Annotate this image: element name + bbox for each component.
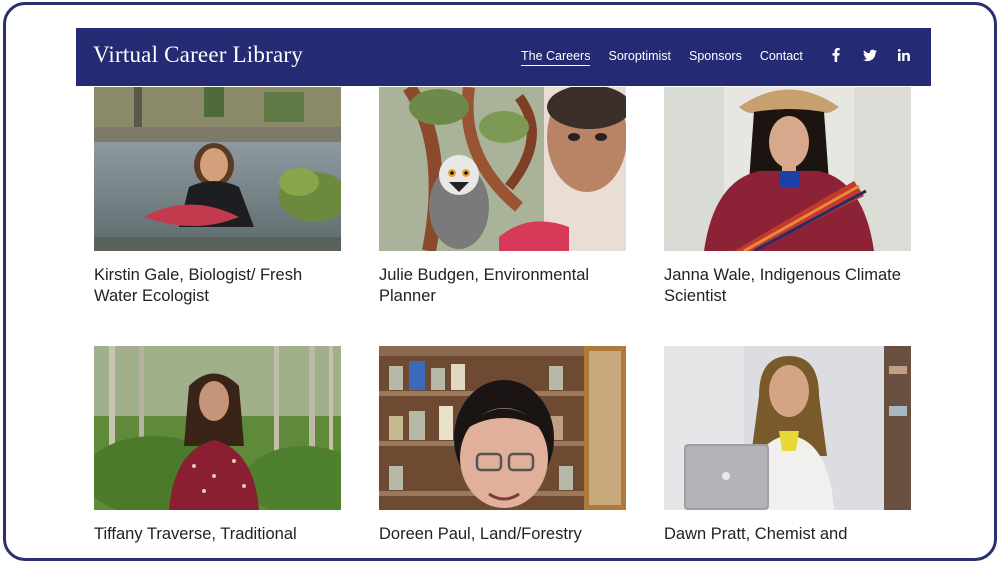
career-caption[interactable]: Doreen Paul, Land/Forestry	[379, 524, 619, 545]
social-links	[829, 47, 911, 63]
browser-frame: Virtual Career Library The Careers Sorop…	[3, 2, 997, 561]
main-nav: The Careers Soroptimist Sponsors Contact	[521, 49, 821, 66]
career-card-julie-budgen[interactable]: Julie Budgen, Environmental Planner	[379, 87, 626, 307]
career-card-tiffany-traverse[interactable]: Tiffany Traverse, Traditional	[94, 346, 341, 545]
career-card-dawn-pratt[interactable]: Dawn Pratt, Chemist and	[664, 346, 911, 545]
career-card-janna-wale[interactable]: Janna Wale, Indigenous Climate Scientist	[664, 87, 911, 307]
career-caption[interactable]: Tiffany Traverse, Traditional	[94, 524, 334, 545]
nav-the-careers[interactable]: The Careers	[521, 49, 591, 66]
career-photo-indigenous-scientist[interactable]	[664, 87, 911, 251]
career-photo-river-biologist[interactable]	[94, 87, 341, 251]
career-photo-shelves[interactable]	[379, 346, 626, 510]
site-header: Virtual Career Library The Careers Sorop…	[76, 28, 931, 86]
career-caption[interactable]: Kirstin Gale, Biologist/ Fresh Water Eco…	[94, 265, 334, 307]
career-card-kirstin-gale[interactable]: Kirstin Gale, Biologist/ Fresh Water Eco…	[94, 87, 341, 307]
career-caption[interactable]: Dawn Pratt, Chemist and	[664, 524, 904, 545]
career-photo-chemist-laptop[interactable]	[664, 346, 911, 510]
career-caption[interactable]: Janna Wale, Indigenous Climate Scientist	[664, 265, 904, 307]
career-card-doreen-paul[interactable]: Doreen Paul, Land/Forestry	[379, 346, 626, 545]
facebook-icon[interactable]	[829, 47, 843, 63]
site-brand[interactable]: Virtual Career Library	[93, 42, 303, 68]
nav-sponsors[interactable]: Sponsors	[689, 49, 742, 66]
career-caption[interactable]: Julie Budgen, Environmental Planner	[379, 265, 619, 307]
career-photo-forest[interactable]	[94, 346, 341, 510]
nav-contact[interactable]: Contact	[760, 49, 803, 66]
career-photo-lemur-selfie[interactable]	[379, 87, 626, 251]
twitter-icon[interactable]	[863, 47, 877, 63]
nav-soroptimist[interactable]: Soroptimist	[608, 49, 671, 66]
linkedin-icon[interactable]	[897, 47, 911, 63]
